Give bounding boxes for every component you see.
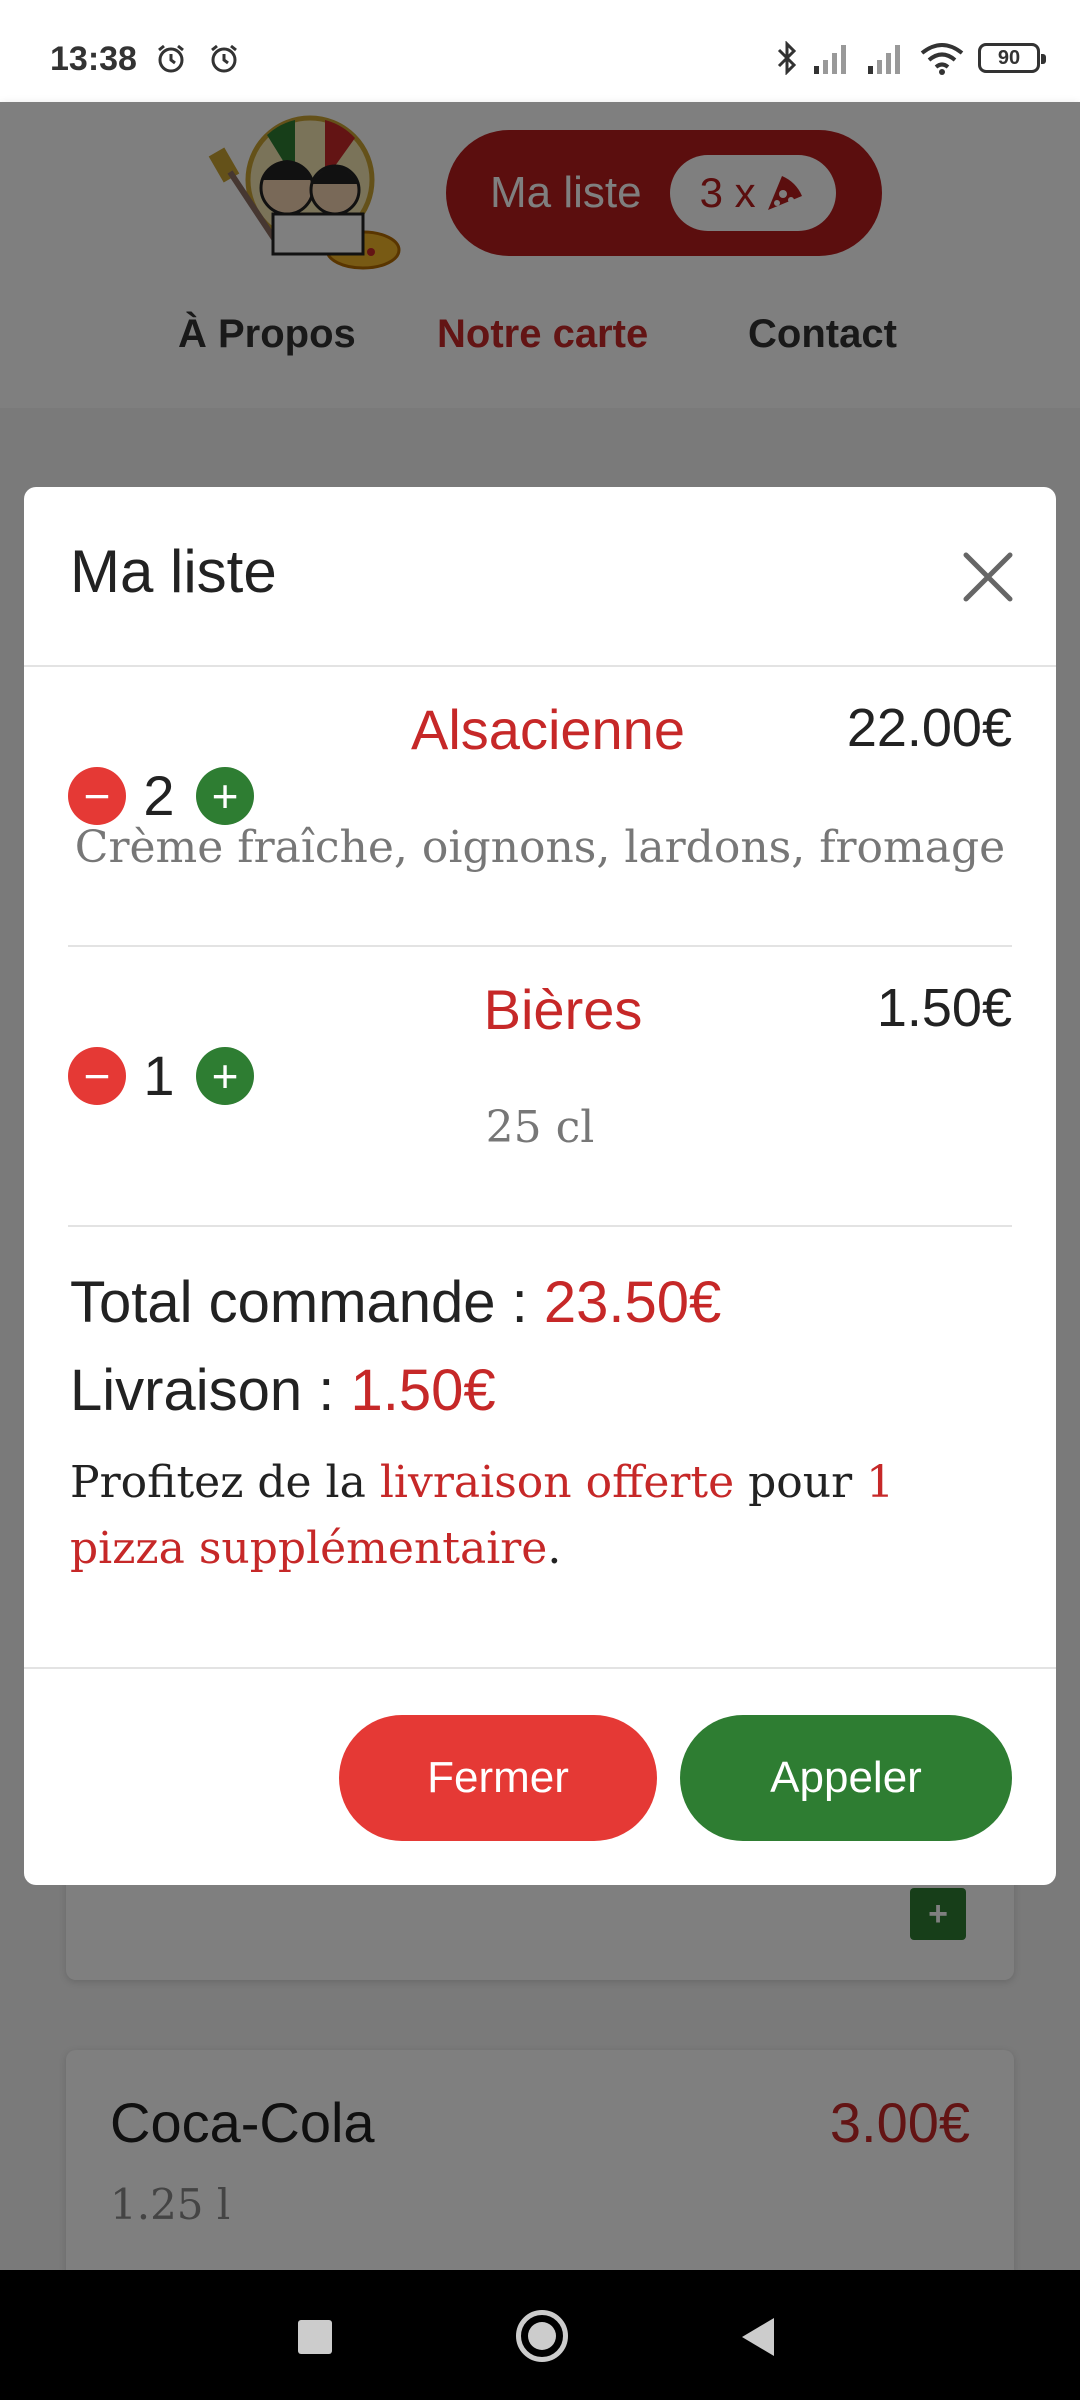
item-description: Crème fraîche, oignons, lardons, fromage (74, 822, 1006, 873)
wifi-icon (920, 43, 964, 75)
order-total-value: 23.50€ (543, 1270, 722, 1335)
item-price: 22.00€ (846, 698, 1012, 758)
modal-footer-divider (24, 1667, 1056, 1669)
divider (68, 1225, 1012, 1227)
signal-icon (868, 45, 900, 74)
decrease-quantity-button[interactable]: − (68, 767, 126, 825)
signal-icon (814, 45, 846, 74)
alarm-icon (211, 44, 237, 73)
cart-item: − 1 + Bières 1.50€ 25 cl (68, 977, 1012, 1167)
promo-text: . (547, 1523, 562, 1574)
delivery-value: 1.50€ (350, 1358, 496, 1423)
promo-text: Profitez de la (70, 1457, 380, 1508)
promo-text: pour (734, 1457, 867, 1508)
order-total-label: Total commande : (70, 1270, 544, 1335)
item-quantity: 1 (143, 1044, 175, 1107)
item-name: Bières (483, 978, 643, 1041)
status-icons: 90 (776, 40, 1046, 76)
delivery-fee: Livraison : 1.50€ (70, 1357, 496, 1424)
delivery-label: Livraison : (70, 1358, 351, 1423)
item-name: Alsacienne (411, 698, 685, 761)
cart-item: − 2 + Alsacienne 22.00€ Crème fraîche, o… (68, 697, 1012, 887)
divider (68, 945, 1012, 947)
increase-quantity-button[interactable]: + (196, 1047, 254, 1105)
modal-title: Ma liste (70, 538, 277, 605)
back-icon[interactable] (742, 2318, 774, 2356)
increase-quantity-button[interactable]: + (196, 767, 254, 825)
home-icon[interactable] (516, 2310, 568, 2362)
close-button[interactable]: Fermer (339, 1715, 657, 1841)
status-bar: 13:38 90 (0, 0, 1080, 102)
promo-highlight: livraison offerte (379, 1457, 735, 1508)
alarm-icon (158, 44, 184, 73)
battery-level: 90 (997, 46, 1021, 69)
item-quantity: 2 (143, 764, 175, 827)
status-time: 13:38 (50, 40, 137, 78)
battery-icon: 90 (978, 43, 1046, 73)
item-description: 25 cl (485, 1102, 595, 1153)
bluetooth-icon (777, 41, 797, 75)
item-price: 1.50€ (876, 978, 1012, 1038)
cart-modal: Ma liste − 2 + Alsacienne 22.00€ Crème f… (24, 487, 1056, 1885)
call-button[interactable]: Appeler (680, 1715, 1012, 1841)
recents-icon[interactable] (298, 2320, 332, 2354)
order-total: Total commande : 23.50€ (70, 1269, 721, 1336)
system-navigation-bar (0, 2270, 1080, 2400)
close-icon[interactable] (958, 547, 1018, 607)
free-delivery-promo: Profitez de la livraison offerte pour 1 … (70, 1450, 1020, 1582)
modal-header: Ma liste (24, 487, 1056, 667)
decrease-quantity-button[interactable]: − (68, 1047, 126, 1105)
